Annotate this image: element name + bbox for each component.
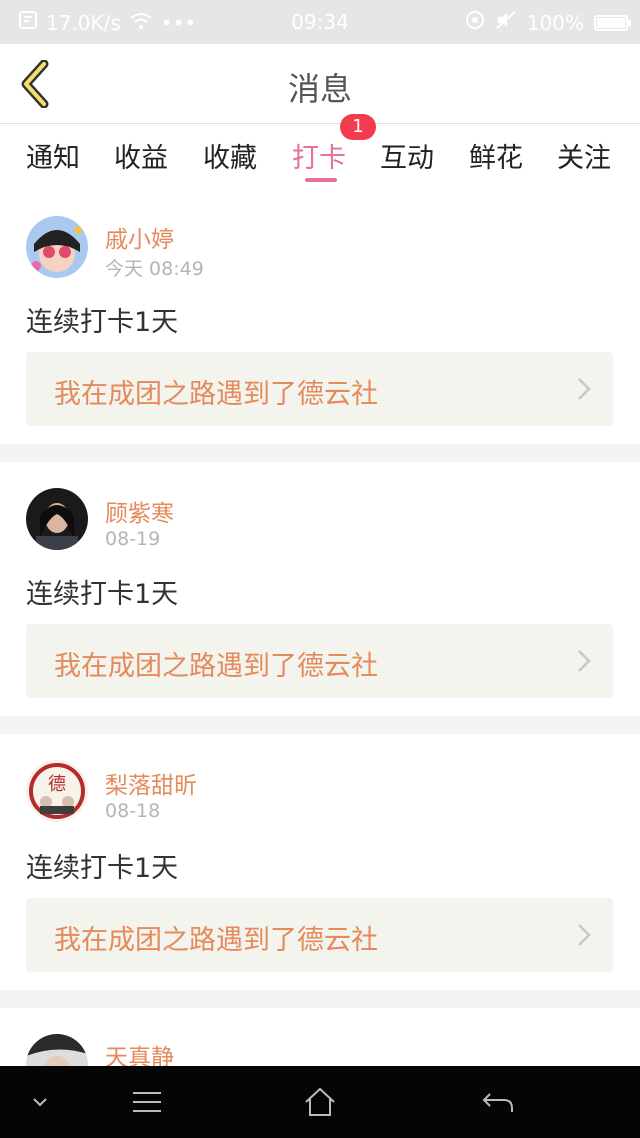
message-time: 08-19 [105, 528, 161, 550]
chevron-right-icon [577, 376, 591, 402]
menu-icon [125, 1092, 169, 1128]
svg-text:德: 德 [48, 774, 66, 795]
status-bar: 17.0K/s ••• 09:34 100% [0, 0, 640, 44]
battery-percent: 100% [526, 10, 584, 35]
chevron-right-icon [577, 648, 591, 674]
back-nav-button[interactable] [476, 1080, 520, 1124]
link-text: 我在成团之路遇到了德云社 [54, 379, 378, 410]
username[interactable]: 戚小婷 [105, 220, 174, 254]
link-card[interactable]: 我在成团之路遇到了德云社 [26, 898, 613, 972]
alarm-icon [465, 10, 485, 35]
message-time: 08-18 [105, 800, 161, 822]
message-text: 连续打卡1天 [26, 579, 179, 610]
unread-badge: 1 [340, 114, 376, 140]
avatar[interactable] [26, 1034, 88, 1066]
app-header: 消息 [0, 44, 640, 124]
tab-favorites[interactable]: 收藏 [203, 136, 257, 175]
collapse-button[interactable] [18, 1080, 62, 1124]
menu-button[interactable] [125, 1080, 169, 1124]
avatar[interactable] [26, 488, 88, 550]
tab-checkin[interactable]: 打卡 [292, 136, 346, 175]
avatar[interactable] [26, 216, 88, 278]
message-card: 天真静 [0, 1008, 640, 1066]
link-card[interactable]: 我在成团之路遇到了德云社 [26, 352, 613, 426]
tab-notification[interactable]: 通知 [26, 136, 80, 175]
link-text: 我在成团之路遇到了德云社 [54, 925, 378, 956]
tab-bar: 通知 收益 收藏 打卡 1 互动 鲜花 关注 [0, 114, 640, 196]
tab-interaction[interactable]: 互动 [380, 136, 434, 175]
message-card: 顾紫寒 08-19 连续打卡1天 我在成团之路遇到了德云社 [0, 462, 640, 716]
username[interactable]: 天真静 [105, 1038, 174, 1066]
battery-icon [594, 14, 631, 31]
message-text: 连续打卡1天 [26, 853, 179, 884]
back-arrow-icon [476, 1093, 520, 1128]
chevron-right-icon [577, 922, 591, 948]
message-time: 今天 08:49 [105, 258, 204, 280]
chevron-down-icon [18, 1098, 62, 1128]
username[interactable]: 顾紫寒 [105, 494, 174, 528]
message-card: 德 梨落甜昕 08-18 连续打卡1天 我在成团之路遇到了德云社 [0, 734, 640, 990]
home-icon [298, 1087, 342, 1128]
mute-icon [495, 10, 517, 35]
system-navigation-bar [0, 1066, 640, 1138]
tab-follow[interactable]: 关注 [557, 136, 611, 175]
home-button[interactable] [298, 1080, 342, 1124]
link-text: 我在成团之路遇到了德云社 [54, 651, 378, 682]
page-title: 消息 [287, 70, 352, 108]
message-text: 连续打卡1天 [26, 307, 179, 338]
active-tab-indicator [305, 178, 337, 182]
tab-earnings[interactable]: 收益 [114, 136, 168, 175]
avatar[interactable]: 德 [26, 760, 88, 822]
message-card: 戚小婷 今天 08:49 连续打卡1天 我在成团之路遇到了德云社 [0, 196, 640, 444]
link-card[interactable]: 我在成团之路遇到了德云社 [26, 624, 613, 698]
username[interactable]: 梨落甜昕 [105, 766, 197, 800]
tab-flowers[interactable]: 鲜花 [469, 136, 523, 175]
